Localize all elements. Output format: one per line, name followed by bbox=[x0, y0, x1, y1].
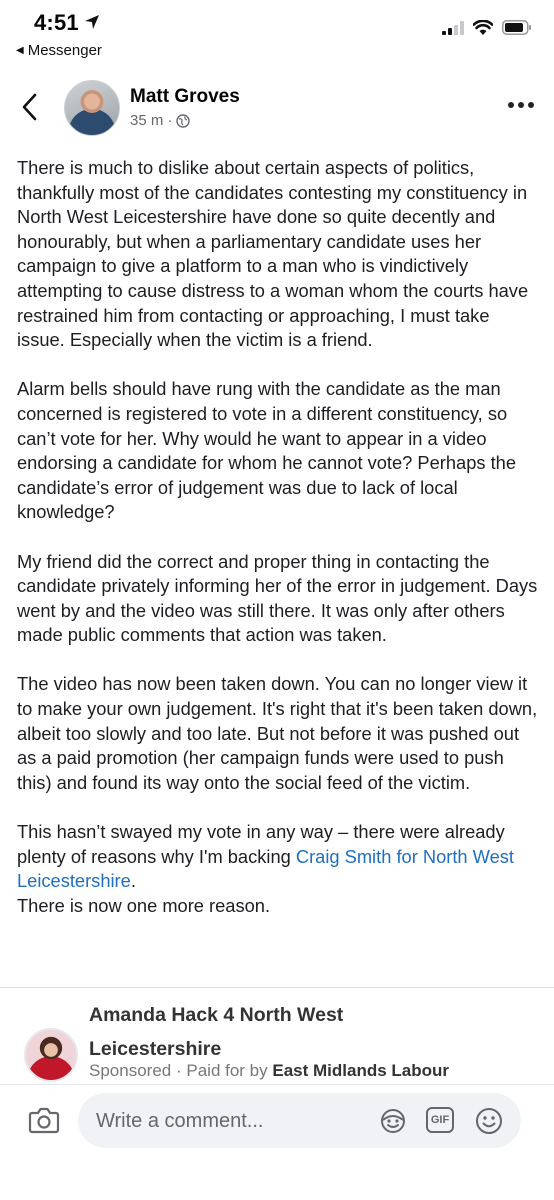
sponsor-page-name[interactable]: Amanda Hack 4 North West Leicestershire bbox=[89, 998, 429, 1066]
paragraph-5-period: . bbox=[130, 870, 136, 892]
paid-for-label: Paid for by bbox=[186, 1061, 268, 1080]
funder-name: East Midlands Labour bbox=[272, 1061, 450, 1080]
sponsored-meta: Sponsored · Paid for by East Midlands La… bbox=[89, 1061, 449, 1081]
post-header: Matt Groves 35 m · bbox=[0, 72, 554, 144]
back-to-messenger-link[interactable]: ◀ Messenger bbox=[16, 42, 102, 59]
post-paragraph-5: This hasn’t swayed my vote in any way – … bbox=[17, 820, 542, 918]
post-paragraph-4: The video has now been taken down. You c… bbox=[17, 673, 538, 793]
post-paragraph-1: There is much to dislike about certain a… bbox=[17, 157, 529, 351]
author-name[interactable]: Matt Groves bbox=[130, 86, 240, 108]
location-arrow-icon bbox=[85, 15, 99, 29]
signal-icon bbox=[442, 20, 464, 35]
comment-bar: GIF bbox=[0, 1084, 554, 1200]
author-avatar[interactable] bbox=[64, 80, 120, 136]
post-body: There is much to dislike about certain a… bbox=[17, 156, 542, 918]
gif-label: GIF bbox=[430, 1114, 450, 1126]
sponsor-avatar[interactable] bbox=[24, 1028, 78, 1082]
camera-icon[interactable] bbox=[28, 1106, 60, 1134]
post-time[interactable]: 35 m bbox=[130, 112, 163, 129]
back-app-label: Messenger bbox=[27, 42, 102, 59]
more-horizontal-icon bbox=[508, 102, 514, 108]
meta-separator: · bbox=[167, 112, 173, 129]
back-triangle-icon: ◀ bbox=[16, 45, 24, 56]
system-icons bbox=[442, 20, 532, 35]
battery-icon bbox=[502, 20, 531, 35]
status-bar: 4:51 ◀ Messenger bbox=[0, 0, 554, 64]
closing-line: There is now one more reason. bbox=[17, 894, 271, 916]
comment-input-container: GIF bbox=[78, 1093, 521, 1150]
emoji-icon[interactable] bbox=[474, 1106, 504, 1136]
wifi-icon bbox=[473, 20, 493, 35]
more-options-button[interactable] bbox=[508, 102, 534, 108]
globe-icon bbox=[176, 113, 191, 128]
post-meta: 35 m · bbox=[130, 112, 191, 129]
post-paragraph-3: My friend did the correct and proper thi… bbox=[17, 550, 538, 646]
gif-icon[interactable]: GIF bbox=[426, 1107, 454, 1133]
avatar-sticker-icon[interactable] bbox=[378, 1106, 408, 1136]
sponsored-separator: · bbox=[175, 1061, 182, 1080]
status-time: 4:51 bbox=[34, 10, 79, 35]
comment-input[interactable] bbox=[94, 1093, 368, 1150]
sponsored-ad[interactable]: Amanda Hack 4 North West Leicestershire … bbox=[0, 988, 554, 1084]
sponsored-label: Sponsored bbox=[89, 1061, 172, 1080]
post-paragraph-2: Alarm bells should have rung with the ca… bbox=[17, 378, 517, 523]
chevron-left-icon[interactable] bbox=[20, 92, 38, 122]
